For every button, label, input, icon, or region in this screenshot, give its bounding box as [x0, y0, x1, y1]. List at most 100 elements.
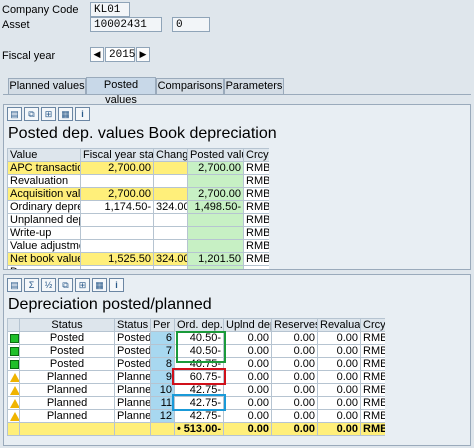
- subtotal-icon[interactable]: ½: [41, 278, 56, 292]
- layout-icon[interactable]: ⧉: [24, 107, 39, 121]
- posted-row[interactable]: Net book value1,525.50324.00-1,201.50RMB: [7, 252, 269, 266]
- tab-comparisons[interactable]: Comparisons: [156, 78, 224, 94]
- posted-values-panel: ▤ ⧉ ⊞ ▦ i Posted dep. values Book deprec…: [3, 104, 471, 270]
- posted-values-table: Value Fiscal year start Change Posted va…: [7, 148, 269, 269]
- depreciation-title: Depreciation posted/planned: [8, 296, 212, 313]
- posted-cell-value: Write-up: [7, 226, 81, 240]
- status-icon-cell: [7, 396, 20, 410]
- col-icon-header[interactable]: [7, 318, 20, 332]
- posted-cell-posted: 1,201.50: [187, 252, 244, 266]
- graphic-icon[interactable]: ▦: [92, 278, 107, 292]
- asset-subnumber-field[interactable]: 0: [172, 17, 210, 32]
- company-code-label: Company Code: [2, 4, 79, 16]
- previous-year-button[interactable]: ◀: [90, 47, 104, 62]
- export-icon[interactable]: ⊞: [75, 278, 90, 292]
- details-icon[interactable]: ▤: [7, 278, 22, 292]
- total-cell-empty: [114, 422, 151, 436]
- posted-cell-posted: [187, 265, 244, 269]
- posted-row[interactable]: Unplanned dep. RMB: [7, 213, 269, 227]
- fiscal-year-field[interactable]: 2015: [105, 47, 135, 62]
- asset-field[interactable]: 10002431: [90, 17, 162, 32]
- info-icon[interactable]: i: [109, 278, 124, 292]
- revaluat-cell: 0.00: [317, 396, 361, 410]
- warning-triangle-icon: [10, 372, 19, 382]
- period-cell: 12: [150, 409, 175, 423]
- layout-icon[interactable]: ⧉: [58, 278, 73, 292]
- depreciation-row[interactable]: PostedPosted840.75-0.000.000.00RMB: [7, 357, 385, 371]
- depreciation-row[interactable]: PlannedPlanned1242.75-0.000.000.00RMB: [7, 409, 385, 423]
- info-icon[interactable]: i: [75, 107, 90, 121]
- posted-cell-value: APC transactions: [7, 161, 81, 175]
- period-cell: 6: [150, 331, 175, 345]
- col-status-header[interactable]: Status: [19, 318, 115, 332]
- col-fy-start-header[interactable]: Fiscal year start: [80, 148, 154, 162]
- posted-row[interactable]: APC transactions2,700.002,700.00RMB: [7, 161, 269, 175]
- posted-cell-change: [153, 161, 188, 175]
- status2-cell: Posted: [114, 331, 151, 345]
- posted-title: Posted dep. values Book depreciation: [8, 125, 277, 142]
- status2-cell: Planned: [114, 383, 151, 397]
- crcy-cell: RMB: [360, 396, 385, 410]
- col-crcy-header[interactable]: Crcy: [243, 148, 269, 162]
- col-crcy-header[interactable]: Crcy: [360, 318, 385, 332]
- status-icon-cell: [7, 357, 20, 371]
- warning-triangle-icon: [10, 411, 19, 421]
- total-crcy: RMB: [360, 422, 385, 436]
- ord-dep-cell: 40.75-: [174, 357, 224, 371]
- depreciation-row[interactable]: PostedPosted640.50-0.000.000.00RMB: [7, 331, 385, 345]
- depreciation-row[interactable]: PlannedPlanned1142.75-0.000.000.00RMB: [7, 396, 385, 410]
- depreciation-row[interactable]: PostedPosted740.50-0.000.000.00RMB: [7, 344, 385, 358]
- crcy-cell: RMB: [360, 357, 385, 371]
- revaluat-cell: 0.00: [317, 357, 361, 371]
- posted-toolbar: ▤ ⧉ ⊞ ▦ i: [7, 107, 90, 123]
- total-cell-empty: [7, 422, 20, 436]
- depreciation-row[interactable]: PlannedPlanned1042.75-0.000.000.00RMB: [7, 383, 385, 397]
- posted-row[interactable]: Revaluation RMB: [7, 174, 269, 188]
- revaluat-cell: 0.00: [317, 370, 361, 384]
- company-code-field[interactable]: KL01: [90, 2, 130, 17]
- col-value-header[interactable]: Value: [7, 148, 81, 162]
- depreciation-panel: ▤ Σ ½ ⧉ ⊞ ▦ i Depreciation posted/planne…: [3, 274, 471, 446]
- col-status2-header[interactable]: Status: [114, 318, 151, 332]
- status-cell: Posted: [19, 357, 115, 371]
- graphic-icon[interactable]: ▦: [58, 107, 73, 121]
- col-per-header[interactable]: Per: [150, 318, 175, 332]
- posted-cell-value: Unplanned dep.: [7, 213, 81, 227]
- next-year-button[interactable]: ▶: [136, 47, 150, 62]
- depreciation-row[interactable]: PlannedPlanned960.75-0.000.000.00RMB: [7, 370, 385, 384]
- posted-row[interactable]: Acquisition value2,700.002,700.00RMB: [7, 187, 269, 201]
- revaluat-cell: 0.00: [317, 383, 361, 397]
- green-square-icon: [10, 346, 19, 356]
- posted-row[interactable]: Ordinary deprec.1,174.50-324.00-1,498.50…: [7, 200, 269, 214]
- posted-cell-crcy: RMB: [243, 200, 269, 214]
- tab-planned-values[interactable]: Planned values: [8, 78, 86, 94]
- posted-row[interactable]: Write-up RMB: [7, 226, 269, 240]
- status-cell: Planned: [19, 370, 115, 384]
- status-icon-cell: [7, 370, 20, 384]
- posted-cell-value: Revaluation: [7, 174, 81, 188]
- posted-cell-crcy: RMB: [243, 239, 269, 253]
- depreciation-table-wrap: Status Status Per Ord. dep. Uplnd dep. R…: [7, 318, 385, 443]
- col-revaluat-header[interactable]: Revaluat.: [317, 318, 361, 332]
- col-ord-dep-header[interactable]: Ord. dep.: [174, 318, 224, 332]
- total-uplnd-dep: 0.00: [223, 422, 272, 436]
- details-icon[interactable]: ▤: [7, 107, 22, 121]
- tab-parameters[interactable]: Parameters: [224, 78, 284, 94]
- export-icon[interactable]: ⊞: [41, 107, 56, 121]
- fiscal-year-label: Fiscal year: [2, 50, 56, 62]
- posted-row[interactable]: Down payments: [7, 265, 269, 269]
- ord-dep-cell: 42.75-: [174, 396, 224, 410]
- total-reserves: 0.00: [271, 422, 318, 436]
- sum-icon[interactable]: Σ: [24, 278, 39, 292]
- status2-cell: Planned: [114, 396, 151, 410]
- status2-cell: Posted: [114, 357, 151, 371]
- revaluat-cell: 0.00: [317, 344, 361, 358]
- col-uplnd-dep-header[interactable]: Uplnd dep.: [223, 318, 272, 332]
- col-change-header[interactable]: Change: [153, 148, 188, 162]
- col-reserves-header[interactable]: Reserves: [271, 318, 318, 332]
- col-posted-header[interactable]: Posted values: [187, 148, 244, 162]
- posted-cell-fy-start: [80, 239, 154, 253]
- tab-posted-values[interactable]: Posted values: [86, 77, 156, 106]
- posted-row[interactable]: Value adjustment RMB: [7, 239, 269, 253]
- uplnd-dep-cell: 0.00: [223, 396, 272, 410]
